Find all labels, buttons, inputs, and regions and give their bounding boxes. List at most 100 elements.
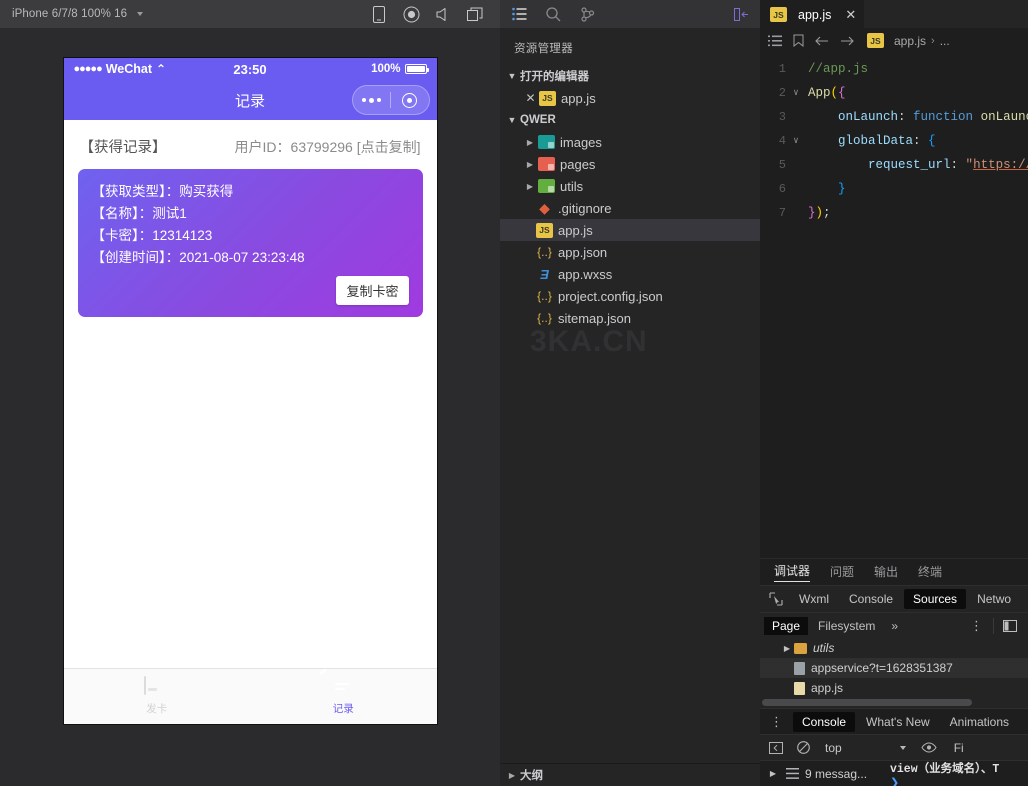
battery-icon — [405, 64, 427, 74]
user-id-copy-text[interactable]: 用户ID：63799296 [点击复制] — [235, 137, 421, 157]
code-line[interactable]: 4∨ globalData: { — [760, 129, 1028, 153]
sources-tree-item-utils[interactable]: ▶ utils — [760, 638, 1028, 658]
section-outline[interactable]: ▶ 大纲 — [500, 764, 760, 786]
sources-tree-scrollbar[interactable] — [760, 698, 1028, 708]
explorer-icon[interactable] — [508, 4, 530, 24]
panel-tab-output[interactable]: 输出 — [874, 563, 898, 582]
code-line[interactable]: 3 onLaunch: function onLaunc — [760, 105, 1028, 129]
editor-tab-app-js[interactable]: JS app.js ✕ — [760, 0, 864, 28]
miniprogram-capsule[interactable] — [352, 85, 430, 115]
drawer-tab-animations[interactable]: Animations — [941, 712, 1018, 732]
tree-item-gitignore[interactable]: ◆ .gitignore — [500, 197, 760, 219]
kebab-menu-icon[interactable]: ⋮ — [962, 618, 991, 634]
chevron-right-icon[interactable]: ▶ — [766, 769, 780, 778]
inspector-tabstrip: Wxml Console Sources Netwo — [760, 585, 1028, 612]
chevron-down-icon[interactable] — [137, 12, 143, 16]
copy-card-code-button[interactable]: 复制卡密 — [336, 276, 408, 305]
console-prompt-icon[interactable]: ❯ — [890, 776, 1028, 786]
phone-frame: ●●●●● WeChat ⌃ 23:50 100% — [63, 57, 438, 725]
battery-fill — [407, 66, 425, 72]
forward-arrow-icon[interactable] — [840, 35, 854, 47]
capsule-menu-button[interactable] — [353, 98, 391, 103]
panel-tab-terminal[interactable]: 终端 — [918, 563, 942, 582]
back-arrow-icon[interactable] — [815, 35, 829, 47]
tree-item-sitemap-json[interactable]: {..} sitemap.json — [500, 307, 760, 329]
console-filter-input[interactable]: Fi — [946, 739, 972, 757]
code-token: //app.js — [808, 62, 868, 76]
section-project-root[interactable]: ▼ QWER — [500, 109, 760, 131]
list-icon — [786, 768, 799, 779]
tree-item-utils[interactable]: ▶ utils — [500, 175, 760, 197]
code-line[interactable]: 1//app.js — [760, 57, 1028, 81]
console-message-count[interactable]: 9 messag... — [805, 767, 867, 781]
code-editor[interactable]: 1//app.js2∨App({3 onLaunch: function onL… — [760, 53, 1028, 225]
code-line[interactable]: 5 request_url: "https:// — [760, 153, 1028, 177]
outline-list-icon[interactable] — [768, 35, 782, 47]
panel-tab-debugger[interactable]: 调试器 — [774, 562, 810, 582]
sources-tree-item-app-js[interactable]: app.js — [760, 678, 1028, 698]
chevron-right-icon[interactable]: ▶ — [522, 182, 538, 191]
breadcrumb-tail[interactable]: ... — [940, 34, 950, 48]
tree-item-images[interactable]: ▶ images — [500, 131, 760, 153]
tree-item-pages[interactable]: ▶ pages — [500, 153, 760, 175]
clear-console-icon[interactable] — [792, 741, 815, 754]
tree-item-project-config-json[interactable]: {..} project.config.json — [500, 285, 760, 307]
device-selector-label[interactable]: iPhone 6/7/8 100% 16 — [12, 8, 127, 20]
code-line[interactable]: 2∨App({ — [760, 81, 1028, 105]
capsule-close-button[interactable] — [391, 93, 429, 108]
sources-tree-item-appservice[interactable]: appservice?t=1628351387 — [760, 658, 1028, 678]
eye-icon[interactable] — [916, 742, 942, 753]
code-token: : — [951, 158, 966, 172]
inspector-tab-network[interactable]: Netwo — [968, 589, 1020, 609]
more-tabs-icon[interactable]: » — [885, 619, 904, 633]
search-icon[interactable] — [542, 4, 564, 24]
tab-issue-card[interactable]: 发卡 — [64, 677, 251, 716]
console-context-selector[interactable]: top — [819, 741, 912, 755]
open-editor-label: app.js — [561, 91, 596, 106]
inspector-tab-wxml[interactable]: Wxml — [790, 589, 838, 609]
sources-subtab-page[interactable]: Page — [764, 617, 808, 635]
git-file-icon: ◆ — [536, 201, 553, 216]
tab-records[interactable]: 记录 — [250, 677, 437, 716]
breadcrumb[interactable]: JS app.js › ... — [867, 33, 950, 48]
window-icon[interactable] — [462, 4, 488, 24]
inspect-element-icon[interactable] — [764, 592, 788, 606]
section-open-editors-label: 打开的编辑器 — [520, 68, 589, 84]
panel-tab-problems[interactable]: 问题 — [830, 563, 854, 582]
inspector-tab-sources[interactable]: Sources — [904, 589, 966, 609]
close-icon[interactable]: ✕ — [845, 7, 856, 23]
mute-icon[interactable] — [430, 4, 456, 24]
dock-panel-icon[interactable] — [764, 742, 788, 754]
open-editor-app-js[interactable]: ✕ JS app.js — [500, 87, 760, 109]
chevron-right-icon[interactable]: ▶ — [522, 138, 538, 147]
code-line[interactable]: 7}); — [760, 201, 1028, 225]
tree-item-app-wxss[interactable]: Ǝ app.wxss — [500, 263, 760, 285]
sources-file-tree[interactable]: ▶ utils appservice?t=1628351387 app.js — [760, 638, 1028, 708]
code-line[interactable]: 6 } — [760, 177, 1028, 201]
scrollbar-thumb[interactable] — [762, 699, 972, 706]
fold-chevron-down-icon[interactable]: ∨ — [788, 136, 804, 146]
sources-subtab-filesystem[interactable]: Filesystem — [810, 617, 883, 635]
chevron-right-icon[interactable]: ▶ — [780, 644, 794, 653]
section-open-editors[interactable]: ▼ 打开的编辑器 — [500, 65, 760, 87]
close-icon[interactable]: ✕ — [522, 91, 539, 105]
battery-percent-label: 100% — [371, 63, 400, 75]
js-file-icon: JS — [536, 223, 553, 238]
chevron-right-icon[interactable]: ▶ — [522, 160, 538, 169]
code-token: function — [913, 110, 973, 124]
tree-item-app-js[interactable]: JS app.js — [500, 219, 760, 241]
bookmark-icon[interactable] — [793, 34, 804, 47]
record-icon[interactable] — [398, 4, 424, 24]
inspector-tab-console[interactable]: Console — [840, 589, 902, 609]
device-icon[interactable] — [366, 4, 392, 24]
drawer-menu-icon[interactable]: ⋮ — [762, 714, 791, 730]
code-token: request_url — [868, 158, 951, 172]
collapse-sidebar-icon[interactable] — [730, 4, 752, 24]
fold-chevron-down-icon[interactable]: ∨ — [788, 88, 804, 98]
source-control-icon[interactable] — [576, 4, 598, 24]
breadcrumb-file[interactable]: app.js — [894, 34, 926, 48]
dock-side-icon[interactable] — [996, 620, 1024, 632]
drawer-tab-console[interactable]: Console — [793, 712, 855, 732]
tree-item-app-json[interactable]: {..} app.json — [500, 241, 760, 263]
drawer-tab-whats-new[interactable]: What's New — [857, 712, 939, 732]
